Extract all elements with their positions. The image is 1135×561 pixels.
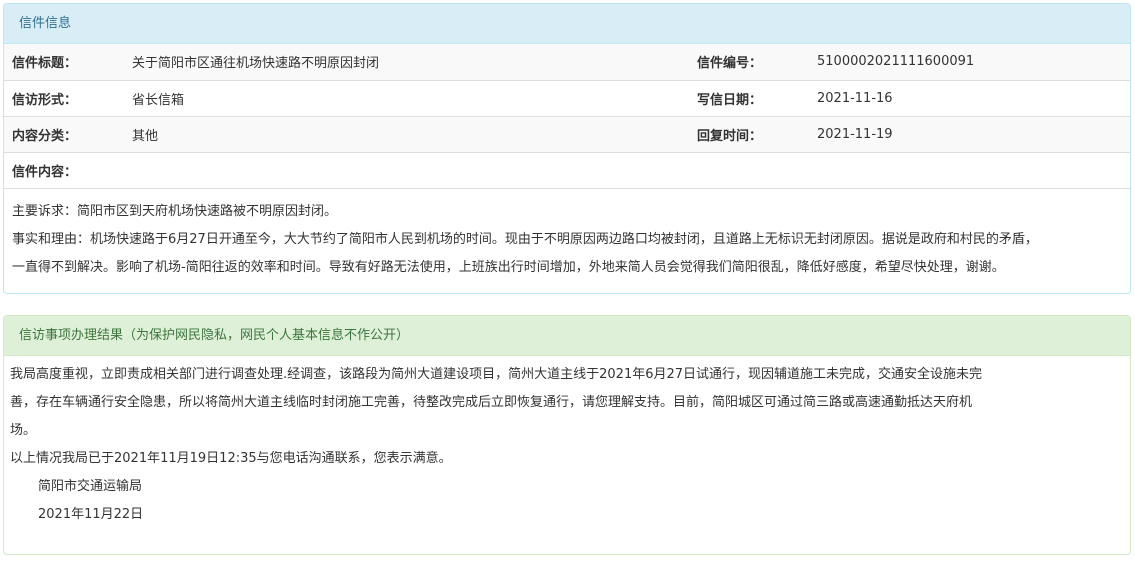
letter-number-label: 信件编号： bbox=[689, 44, 809, 81]
content-line: 主要诉求：简阳市区到天府机场快速路被不明原因封闭。 bbox=[12, 203, 338, 219]
write-date-label: 写信日期： bbox=[689, 80, 809, 117]
result-heading: 信访事项办理结果（为保护网民隐私，网民个人基本信息不作公开） bbox=[4, 316, 1130, 356]
category-label: 内容分类： bbox=[4, 116, 124, 153]
letter-info-heading: 信件信息 bbox=[4, 4, 1130, 44]
table-row: 信件标题： 关于简阳市区通往机场快速路不明原因封闭 信件编号： 51000020… bbox=[4, 44, 1130, 81]
letter-info-table: 信件标题： 关于简阳市区通往机场快速路不明原因封闭 信件编号： 51000020… bbox=[4, 44, 1130, 189]
result-line: 以上情况我局已于2021年11月19日12:35与您电话沟通联系，您表示满意。 bbox=[10, 451, 452, 466]
title-label: 信件标题： bbox=[4, 44, 124, 81]
result-line: 善，存在车辆通行安全隐患，所以将简州大道主线临时封闭施工完善，待整改完成后立即恢… bbox=[10, 395, 973, 410]
result-line: 场。 bbox=[10, 423, 37, 438]
reply-time-label: 回复时间： bbox=[689, 116, 809, 153]
content-label: 信件内容： bbox=[4, 152, 124, 189]
content-line: 事实和理由：机场快速路于6月27日开通至今，大大节约了简阳市人民到机场的时间。现… bbox=[12, 231, 1038, 247]
write-date-value: 2021-11-16 bbox=[809, 80, 1130, 117]
result-line: 我局高度重视，立即责成相关部门进行调查处理.经调查，该路段为简州大道建设项目，简… bbox=[10, 367, 983, 382]
reply-time-value: 2021-11-19 bbox=[809, 116, 1130, 153]
letter-info-panel: 信件信息 信件标题： 关于简阳市区通往机场快速路不明原因封闭 信件编号： 510… bbox=[3, 3, 1131, 294]
content-line: 一直得不到解决。影响了机场-简阳往返的效率和时间。导致有好路无法使用，上班族出行… bbox=[12, 259, 1005, 275]
result-content: 我局高度重视，立即责成相关部门进行调查处理.经调查，该路段为简州大道建设项目，简… bbox=[4, 356, 1130, 529]
category-value: 其他 bbox=[124, 116, 689, 153]
petition-form-value: 省长信箱 bbox=[124, 80, 689, 117]
result-date: 2021年11月22日 bbox=[38, 507, 144, 522]
letter-number-value: 5100002021111600091 bbox=[809, 44, 1130, 81]
result-signature: 简阳市交通运输局 bbox=[38, 479, 143, 494]
table-row: 信访形式： 省长信箱 写信日期： 2021-11-16 bbox=[4, 80, 1130, 117]
petition-form-label: 信访形式： bbox=[4, 80, 124, 117]
table-row: 内容分类： 其他 回复时间： 2021-11-19 bbox=[4, 116, 1130, 153]
table-row: 信件内容： bbox=[4, 152, 1130, 189]
result-panel: 信访事项办理结果（为保护网民隐私，网民个人基本信息不作公开） 我局高度重视，立即… bbox=[3, 315, 1131, 555]
letter-content: 主要诉求：简阳市区到天府机场快速路被不明原因封闭。 事实和理由：机场快速路于6月… bbox=[4, 189, 1130, 282]
title-value: 关于简阳市区通往机场快速路不明原因封闭 bbox=[124, 44, 689, 81]
